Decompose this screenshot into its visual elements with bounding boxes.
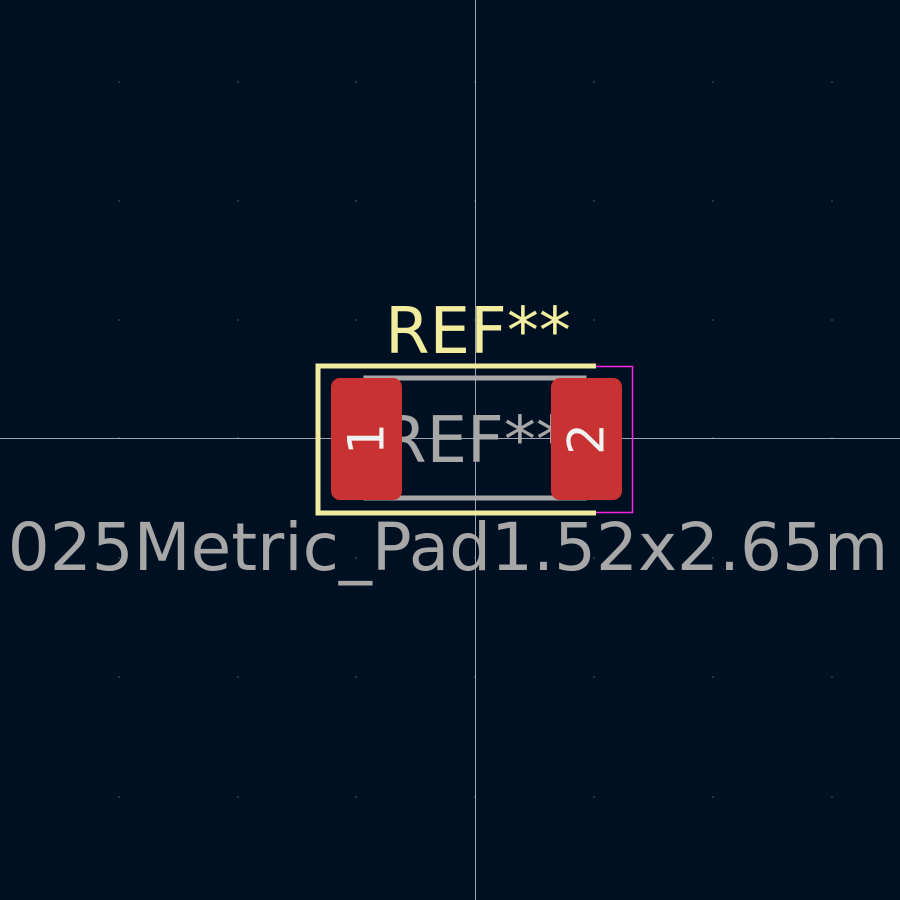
- grid-dot: [355, 676, 357, 678]
- grid-dot: [355, 81, 357, 83]
- grid-dot: [237, 676, 239, 678]
- footprint-value-label: 025Metric_Pad1.52x2.65m: [8, 509, 889, 586]
- grid-dot: [118, 319, 120, 321]
- grid-dot: [593, 200, 595, 202]
- silkscreen-reference-label: REF**: [385, 295, 571, 369]
- grid-dot: [355, 200, 357, 202]
- fab-reference-label: REF**: [382, 404, 568, 478]
- grid-dot: [831, 200, 833, 202]
- grid-dot: [593, 676, 595, 678]
- grid-dot: [831, 319, 833, 321]
- grid-dot: [237, 796, 239, 798]
- grid-dot: [118, 200, 120, 202]
- grid-dot: [712, 796, 714, 798]
- grid-dot: [593, 81, 595, 83]
- grid-dot: [831, 676, 833, 678]
- pcb-footprint-canvas[interactable]: REF** REF** 1 2 025Metric_Pad1.52x2.65m: [0, 0, 900, 900]
- grid-dot: [237, 200, 239, 202]
- pad-2[interactable]: 2: [551, 378, 622, 500]
- grid-dot: [593, 319, 595, 321]
- grid-dot: [712, 319, 714, 321]
- grid-dot: [355, 319, 357, 321]
- grid-dot: [593, 796, 595, 798]
- grid-dot: [355, 796, 357, 798]
- pad-2-number: 2: [558, 423, 616, 455]
- pad-1[interactable]: 1: [331, 378, 402, 500]
- grid-dot: [712, 81, 714, 83]
- grid-dot: [118, 81, 120, 83]
- grid-dot: [712, 676, 714, 678]
- grid-dot: [831, 796, 833, 798]
- grid-dot: [831, 81, 833, 83]
- grid-dot: [118, 796, 120, 798]
- grid-dot: [712, 200, 714, 202]
- grid-dot: [237, 319, 239, 321]
- grid-dot: [118, 676, 120, 678]
- pad-1-number: 1: [338, 423, 396, 455]
- grid-dot: [237, 81, 239, 83]
